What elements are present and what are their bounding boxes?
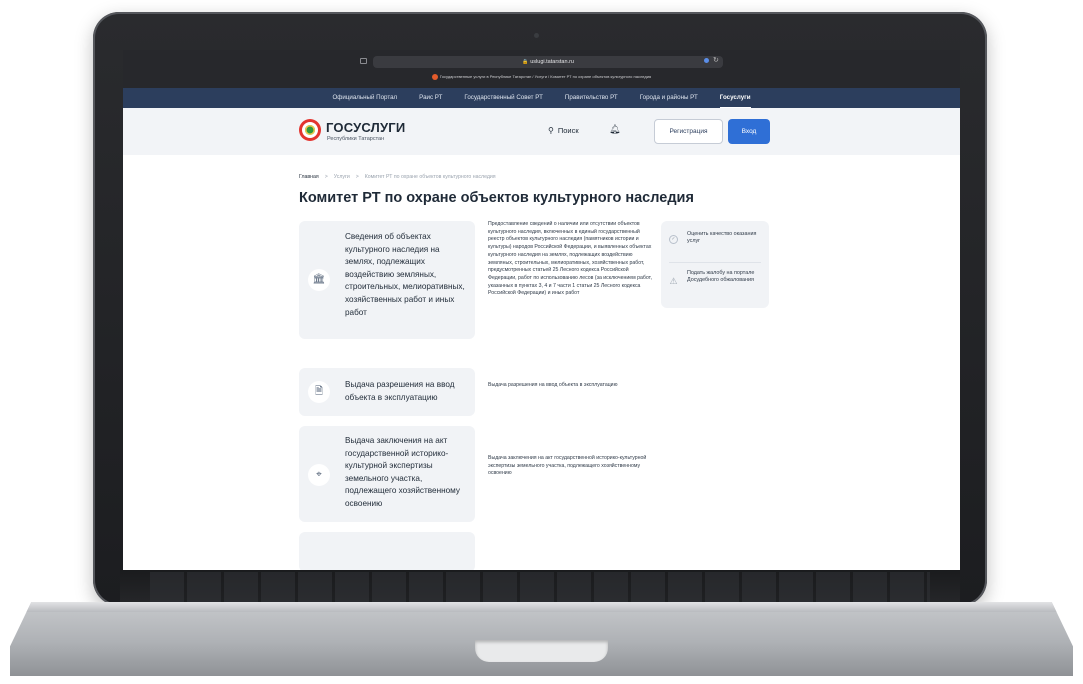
divider — [669, 262, 761, 263]
bank-icon: 🏛︎ — [308, 269, 330, 291]
rate-quality-label: Оценить качество оказания услуг — [687, 231, 757, 245]
nav-item-government[interactable]: Правительство РТ — [554, 88, 629, 108]
nav-item-official-portal[interactable]: Официальный Портал — [321, 88, 408, 108]
address-bar[interactable]: 🔒 uslugi.tatarstan.ru — [373, 56, 723, 68]
site-header: ГОСУСЛУГИ Республики Татарстан ⚲ Поиск 🔔︎… — [123, 108, 960, 155]
service-card[interactable]: 🗎︎ Выдача разрешения на ввод объекта в э… — [299, 368, 475, 416]
screen: 🔒 uslugi.tatarstan.ru ↻ Государственные у… — [123, 50, 960, 570]
breadcrumb-current: Комитет РТ по охране объектов культурног… — [364, 174, 496, 180]
portal-nav: Официальный Портал Раис РТ Государственн… — [123, 88, 960, 108]
service-title: Выдача заключения на акт государственной… — [345, 436, 460, 508]
breadcrumb-separator: > — [324, 174, 328, 180]
warning-icon: ⚠ — [669, 276, 678, 286]
nav-item-cities[interactable]: Города и районы РТ — [629, 88, 709, 108]
laptop-base — [10, 602, 1073, 676]
login-button[interactable]: Вход — [728, 119, 770, 144]
tab-title: Государственные услуги в Республике Тата… — [439, 74, 652, 80]
breadcrumb-services[interactable]: Услуги — [334, 174, 350, 180]
service-card[interactable]: ⌖ Выдача заключения на акт государственн… — [299, 426, 475, 522]
trackpad-notch — [475, 640, 608, 662]
complaint-link[interactable]: ⚠ Подать жалобу на портале Досудебного об… — [669, 270, 763, 286]
nav-item-state-council[interactable]: Государственный Совет РТ — [453, 88, 553, 108]
breadcrumb-separator: > — [355, 174, 359, 180]
service-card[interactable]: 🏛︎ Сведения об объектах культурного насл… — [299, 221, 475, 339]
nav-item-rais[interactable]: Раис РТ — [408, 88, 453, 108]
browser-tab[interactable]: Государственные услуги в Республике Тата… — [123, 74, 960, 80]
document-check-icon: 🗎︎ — [308, 381, 330, 403]
lock-icon: 🔒 — [522, 59, 529, 65]
bell-icon[interactable]: 🔔︎ — [609, 124, 620, 135]
logo-subtitle: Республики Татарстан — [327, 136, 385, 142]
side-panel: ✓ Оценить качество оказания услуг ⚠ Подать… — [661, 221, 769, 308]
service-description: Выдача разрешения на ввод объекта в эксп… — [488, 382, 618, 388]
browser-toolbar: 🔒 uslugi.tatarstan.ru ↻ Государственные у… — [123, 50, 960, 88]
audio-icon[interactable] — [704, 58, 709, 63]
reload-icon[interactable]: ↻ — [713, 56, 719, 64]
register-button[interactable]: Регистрация — [654, 119, 723, 144]
breadcrumb-home[interactable]: Главная — [299, 174, 319, 180]
service-description: Предоставление сведений о наличии или от… — [488, 221, 652, 297]
land-plot-icon: ⌖ — [308, 464, 330, 486]
rate-quality-link[interactable]: ✓ Оценить качество оказания услуг — [669, 231, 763, 246]
logo-title[interactable]: ГОСУСЛУГИ — [326, 120, 405, 135]
page-title: Комитет РТ по охране объектов культурног… — [299, 190, 694, 206]
url-text: uslugi.tatarstan.ru — [530, 59, 574, 65]
keyboard-reflection — [150, 572, 930, 602]
search-label: Поиск — [557, 126, 579, 135]
nav-item-gosuslugi[interactable]: Госуслуги — [709, 88, 762, 108]
favicon-icon — [431, 74, 438, 80]
service-description: Выдача заключения на акт государственной… — [488, 455, 647, 477]
logo-emblem-icon[interactable] — [299, 119, 321, 141]
camera-icon — [534, 33, 539, 38]
service-title: Сведения об объектах культурного наследи… — [345, 232, 465, 317]
search-button[interactable]: ⚲ Поиск — [548, 126, 579, 135]
complaint-label: Подать жалобу на портале Досудебного обж… — [687, 270, 755, 284]
check-circle-icon: ✓ — [669, 235, 678, 244]
sidebar-toggle-icon[interactable] — [360, 58, 367, 64]
breadcrumb: Главная > Услуги > Комитет РТ по охране объе… — [299, 174, 496, 180]
service-title: Выдача разрешения на ввод объекта в эксп… — [345, 380, 455, 402]
base-edge — [10, 602, 1073, 612]
service-card[interactable] — [299, 532, 475, 570]
search-icon: ⚲ — [548, 126, 554, 135]
